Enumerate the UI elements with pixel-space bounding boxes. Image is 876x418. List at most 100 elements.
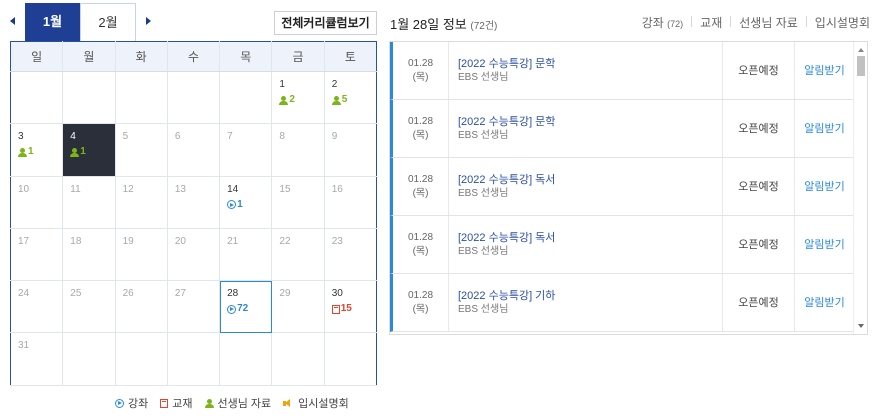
tab-january[interactable]: 1월 <box>25 3 80 41</box>
day-number: 2 <box>331 79 338 90</box>
day-number: 14 <box>227 183 239 195</box>
weekday-header-row: 일 월 화 수 목 금 토 <box>10 41 377 72</box>
notify-button[interactable]: 알림받기 <box>795 42 854 99</box>
calendar-day-23[interactable]: 23 <box>324 228 377 282</box>
status-label: 오픈예정 <box>723 158 795 215</box>
next-month-arrow-icon[interactable] <box>143 14 153 28</box>
calendar-week-row: 24 25 26 27 28 72 29 30 15 <box>10 280 377 334</box>
teacher-material-count[interactable]: 1 <box>70 147 114 157</box>
weekday-sat: 토 <box>324 41 377 72</box>
filter-lecture[interactable]: 강좌 (72) <box>642 14 683 31</box>
tab-february[interactable]: 2월 <box>80 3 136 42</box>
item-date: 01.28 (목) <box>393 42 449 99</box>
teacher-icon <box>18 147 27 157</box>
calendar-week-row: 10 11 12 13 14 1 15 16 <box>10 176 377 229</box>
filter-teacher-material[interactable]: 선생님 자료 <box>739 14 798 31</box>
teacher-icon <box>70 147 80 157</box>
notify-button[interactable]: 알림받기 <box>795 100 854 157</box>
calendar-day-8[interactable]: 8 <box>271 123 325 177</box>
calendar-day-31[interactable]: 31 <box>10 332 64 386</box>
day-number: 19 <box>122 235 134 247</box>
scroll-up-arrow-icon[interactable] <box>858 46 864 54</box>
notify-button[interactable]: 알림받기 <box>795 274 854 331</box>
item-date: 01.28 (목) <box>393 216 449 273</box>
scrollbar-thumb[interactable] <box>857 56 865 76</box>
day-number: 7 <box>227 131 233 143</box>
calendar-day-20[interactable]: 20 <box>167 228 221 282</box>
calendar-day-2[interactable]: 2 5 <box>324 71 377 125</box>
day-number: 20 <box>174 235 186 247</box>
notify-button[interactable]: 알림받기 <box>795 158 854 215</box>
calendar-day-10[interactable]: 10 <box>10 176 64 229</box>
calendar-day-26[interactable]: 26 <box>115 280 168 334</box>
day-number: 29 <box>279 288 291 300</box>
scroll-down-arrow-icon[interactable] <box>858 322 864 330</box>
calendar-day-28-selected[interactable]: 28 72 <box>219 280 273 334</box>
day-number: 31 <box>18 340 30 352</box>
filter-admission-briefing[interactable]: 입시설명회 <box>815 14 870 31</box>
calendar-day-27[interactable]: 27 <box>167 280 221 334</box>
filter-divider <box>805 16 807 27</box>
day-number: 9 <box>331 131 338 143</box>
calendar-day-22[interactable]: 22 <box>271 228 325 282</box>
calendar-day-11[interactable]: 11 <box>62 176 116 229</box>
calendar-day-14[interactable]: 14 1 <box>219 176 273 229</box>
lecture-title-link[interactable]: [2022 수능특강] 문학 <box>458 57 722 71</box>
lecture-icon <box>115 398 124 408</box>
calendar-day-30[interactable]: 30 15 <box>324 280 377 334</box>
item-info: [2022 수능특강] 문학 EBS 선생님 <box>449 42 723 99</box>
calendar-day-empty <box>219 71 273 125</box>
calendar-day-29[interactable]: 29 <box>271 280 325 334</box>
day-number: 15 <box>279 183 291 195</box>
calendar-day-21[interactable]: 21 <box>219 228 273 282</box>
legend-book: 교재 <box>160 395 193 411</box>
calendar-day-6[interactable]: 6 <box>167 123 221 177</box>
calendar-day-1[interactable]: 1 2 <box>271 71 325 125</box>
speaker-icon <box>283 398 293 408</box>
teacher-material-count[interactable]: 1 <box>18 147 62 157</box>
calendar-day-empty <box>115 71 168 125</box>
calendar-day-15[interactable]: 15 <box>271 176 325 229</box>
calendar-day-16[interactable]: 16 <box>324 176 377 229</box>
view-all-curriculum-button[interactable]: 전체커리큘럼보기 <box>274 11 377 35</box>
day-number: 21 <box>227 235 239 247</box>
calendar-day-13[interactable]: 13 <box>167 176 221 229</box>
calendar-day-7[interactable]: 7 <box>219 123 273 177</box>
teacher-material-count[interactable]: 5 <box>331 95 376 105</box>
prev-month-arrow-icon[interactable] <box>8 14 18 28</box>
list-scrollbar[interactable] <box>853 42 867 334</box>
day-number: 11 <box>70 183 81 195</box>
filter-lecture-count: (72) <box>667 19 684 29</box>
list-item: 01.28 (목) [2022 수능특강] 기하 EBS 선생님 오픈예정 알림받기 <box>390 274 854 332</box>
calendar-day-25[interactable]: 25 <box>62 280 116 334</box>
lecture-teacher: EBS 선생님 <box>458 246 509 257</box>
book-count[interactable]: 15 <box>331 304 376 314</box>
weekday-fri: 금 <box>271 41 325 72</box>
filter-book[interactable]: 교재 <box>700 14 722 31</box>
lecture-title-link[interactable]: [2022 수능특강] 문학 <box>458 115 722 129</box>
notify-button[interactable]: 알림받기 <box>795 216 854 273</box>
day-number: 4 <box>70 131 76 143</box>
lecture-title-link[interactable]: [2022 수능특강] 기하 <box>458 289 722 303</box>
calendar-day-empty <box>10 71 64 125</box>
calendar-day-3[interactable]: 3 1 <box>10 123 64 177</box>
calendar-day-19[interactable]: 19 <box>115 228 168 282</box>
lecture-title-link[interactable]: [2022 수능특강] 독서 <box>458 231 722 245</box>
info-count: (72건) <box>470 21 498 32</box>
day-number: 1 <box>279 79 285 90</box>
calendar-day-17[interactable]: 17 <box>10 228 64 282</box>
calendar-day-12[interactable]: 12 <box>115 176 168 229</box>
lecture-count[interactable]: 1 <box>227 199 271 210</box>
calendar-day-18[interactable]: 18 <box>62 228 116 282</box>
lecture-count[interactable]: 72 <box>227 304 271 314</box>
calendar-day-5[interactable]: 5 <box>115 123 168 177</box>
list-item: 01.28 (목) [2022 수능특강] 독서 EBS 선생님 오픈예정 알림받기 <box>390 158 854 216</box>
lecture-icon <box>227 304 237 314</box>
teacher-material-count[interactable]: 2 <box>279 95 323 105</box>
calendar-week-row: 17 18 19 20 21 22 23 <box>10 228 377 282</box>
calendar-day-9[interactable]: 9 <box>324 123 377 177</box>
calendar-day-4-today[interactable]: 4 1 <box>62 123 116 177</box>
lecture-teacher: EBS 선생님 <box>458 188 509 199</box>
calendar-day-24[interactable]: 24 <box>10 280 64 334</box>
lecture-title-link[interactable]: [2022 수능특강] 독서 <box>458 173 722 187</box>
